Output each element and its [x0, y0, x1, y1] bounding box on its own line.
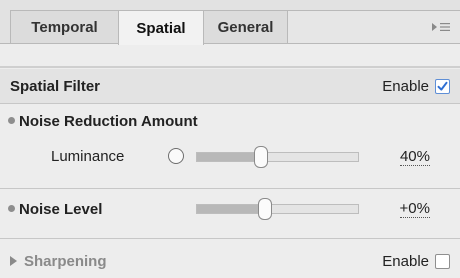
section-divider [0, 103, 460, 104]
noise-level-slider-thumb[interactable] [257, 198, 272, 220]
noise-reduction-title: Noise Reduction Amount [19, 112, 198, 130]
noise-level-slider-fill [197, 205, 265, 213]
tab-underline [0, 43, 460, 44]
sharpening-header: Sharpening Enable [0, 244, 460, 278]
tab-bar: Temporal Spatial General [0, 0, 460, 45]
bullet-icon [8, 117, 15, 124]
luminance-label: Luminance [51, 148, 125, 165]
noise-level-heading: Noise Level [0, 196, 102, 222]
tab-spatial[interactable]: Spatial [118, 10, 204, 45]
sharpening-toggle[interactable]: Sharpening [10, 253, 107, 270]
sharpening-title: Sharpening [24, 252, 107, 270]
tab-temporal[interactable]: Temporal [10, 10, 119, 44]
spatial-filter-enable-label: Enable [382, 77, 429, 95]
luminance-slider-fill [197, 153, 262, 161]
panel-menu-glyph [432, 23, 450, 31]
spatial-filter-header: Spatial Filter Enable [0, 69, 460, 103]
luminance-reset-button[interactable] [168, 148, 184, 164]
panel-menu-icon[interactable] [428, 18, 454, 36]
checkmark-icon [437, 81, 448, 91]
section-divider [0, 188, 460, 189]
noise-level-slider[interactable] [196, 198, 359, 220]
luminance-value[interactable]: 40% [399, 149, 430, 166]
bullet-icon [8, 205, 15, 212]
spatial-filter-enable[interactable]: Enable [382, 69, 450, 103]
sharpening-enable-checkbox[interactable] [435, 253, 450, 269]
sharpening-enable-label: Enable [382, 252, 429, 270]
spatial-filter-enable-checkbox[interactable] [435, 78, 450, 94]
spatial-filter-title: Spatial Filter [10, 77, 101, 95]
disclosure-triangle-icon [10, 255, 17, 266]
luminance-slider[interactable] [196, 146, 359, 168]
sharpening-enable[interactable]: Enable [382, 244, 450, 278]
section-divider [0, 238, 460, 239]
noise-level-value[interactable]: +0% [399, 201, 430, 218]
luminance-slider-thumb[interactable] [254, 146, 269, 168]
tab-general[interactable]: General [203, 10, 288, 44]
section-divider [0, 66, 460, 68]
noise-level-title: Noise Level [19, 200, 103, 218]
noise-reduction-heading: Noise Reduction Amount [0, 108, 198, 134]
